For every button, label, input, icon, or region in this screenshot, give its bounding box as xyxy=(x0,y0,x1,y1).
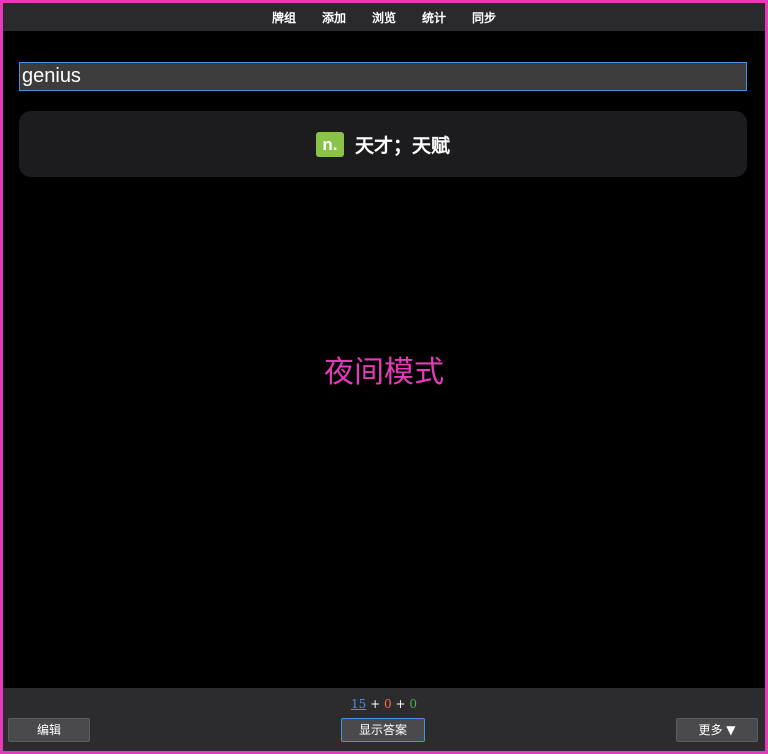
bottom-bar: 15 + 0 + 0 编辑 显示答案 更多 ▼ xyxy=(3,688,765,751)
nav-browse[interactable]: 浏览 xyxy=(372,9,396,26)
nav-sync[interactable]: 同步 xyxy=(472,9,496,26)
new-count: 15 xyxy=(351,697,367,711)
show-answer-button[interactable]: 显示答案 xyxy=(341,718,425,742)
nav-add[interactable]: 添加 xyxy=(322,9,346,26)
nav-stats[interactable]: 统计 xyxy=(422,9,446,26)
due-counts: 15 + 0 + 0 xyxy=(3,697,765,711)
count-separator: + xyxy=(370,697,381,711)
meaning-card: n. 天才；天赋 xyxy=(19,111,747,177)
count-separator: + xyxy=(395,697,406,711)
nav-decks[interactable]: 牌组 xyxy=(272,9,296,26)
part-of-speech-badge: n. xyxy=(315,131,344,157)
more-button[interactable]: 更多 ▼ xyxy=(676,718,758,742)
top-nav: 牌组 添加 浏览 统计 同步 xyxy=(3,3,765,31)
definition-text: 天才；天赋 xyxy=(354,134,450,157)
edit-button[interactable]: 编辑 xyxy=(8,718,90,742)
app-window: 牌组 添加 浏览 统计 同步 n. 天才；天赋 夜间模式 15 + 0 + 0 … xyxy=(0,0,768,754)
learn-count: 0 xyxy=(384,697,392,711)
review-count: 0 xyxy=(409,697,417,711)
night-mode-label: 夜间模式 xyxy=(324,355,444,390)
answer-input[interactable] xyxy=(19,62,747,91)
